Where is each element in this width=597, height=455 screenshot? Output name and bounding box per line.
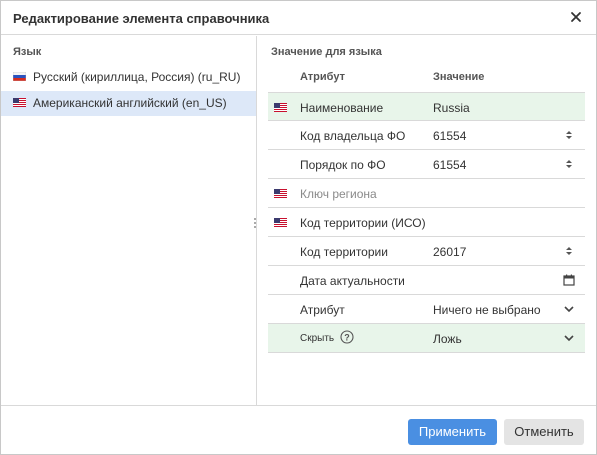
stepper-icon[interactable]	[563, 245, 575, 257]
table-row[interactable]: Дата актуальности	[268, 266, 585, 295]
row-attribute: Код территории	[300, 245, 388, 259]
row-value[interactable]: Russia	[433, 101, 470, 115]
stepper-icon[interactable]	[563, 158, 575, 170]
stepper-icon[interactable]	[563, 129, 575, 141]
us-flag-icon	[274, 103, 287, 112]
table-row[interactable]: Ключ региона	[268, 179, 585, 208]
value-panel: Значение для языка Атрибут Значение Наим…	[258, 36, 596, 405]
language-panel: Язык Русский (кириллица, Россия) (ru_RU)…	[1, 36, 257, 405]
us-flag-icon	[274, 218, 287, 227]
language-panel-title: Язык	[13, 46, 42, 58]
cancel-button[interactable]: Отменить	[504, 419, 584, 445]
row-attribute: Атрибут	[300, 303, 345, 317]
row-value[interactable]: Ничего не выбрано	[433, 303, 541, 317]
svg-text:?: ?	[344, 332, 350, 342]
language-item-label: Американский английский (en_US)	[33, 96, 227, 110]
row-attribute: Код территории (ИСО)	[300, 216, 426, 230]
value-panel-title: Значение для языка	[271, 46, 382, 58]
table-row[interactable]: Порядок по ФО 61554	[268, 150, 585, 179]
edit-dictionary-dialog: Редактирование элемента справочника Язык…	[0, 0, 597, 455]
row-attribute: Порядок по ФО	[300, 158, 386, 172]
apply-button[interactable]: Применить	[408, 419, 497, 445]
row-attribute: Код владельца ФО	[300, 129, 406, 143]
language-item-en[interactable]: Американский английский (en_US)	[1, 91, 256, 116]
row-value[interactable]: 61554	[433, 158, 466, 172]
table-row[interactable]: Атрибут Ничего не выбрано	[268, 295, 585, 324]
help-icon[interactable]: ?	[340, 330, 354, 344]
language-item-label: Русский (кириллица, Россия) (ru_RU)	[33, 70, 241, 84]
chevron-down-icon[interactable]	[563, 303, 575, 315]
column-header-value: Значение	[433, 71, 485, 83]
row-attribute: Дата актуальности	[300, 274, 405, 288]
row-value[interactable]: 26017	[433, 245, 466, 259]
table-row[interactable]: Скрыть ? Ложь	[268, 324, 585, 353]
dialog-title: Редактирование элемента справочника	[13, 11, 270, 26]
us-flag-icon	[274, 189, 287, 198]
row-attribute: Наименование	[300, 101, 384, 115]
calendar-icon[interactable]	[563, 274, 575, 286]
row-attribute: Скрыть	[300, 333, 335, 344]
dialog-footer: Применить Отменить	[1, 405, 596, 454]
row-attribute: Ключ региона	[300, 187, 377, 201]
table-row[interactable]: Код территории 26017	[268, 237, 585, 266]
panel-splitter[interactable]	[253, 218, 257, 228]
ru-flag-icon	[13, 72, 26, 81]
table-row[interactable]: Код владельца ФО 61554	[268, 121, 585, 150]
us-flag-icon	[13, 98, 26, 107]
chevron-down-icon[interactable]	[563, 332, 575, 344]
table-row[interactable]: Код территории (ИСО)	[268, 208, 585, 237]
language-item-ru[interactable]: Русский (кириллица, Россия) (ru_RU)	[1, 65, 256, 90]
dialog-header: Редактирование элемента справочника	[1, 1, 596, 35]
close-icon[interactable]	[568, 9, 584, 25]
row-value[interactable]: 61554	[433, 129, 466, 143]
column-header-attribute: Атрибут	[300, 71, 345, 83]
row-value[interactable]: Ложь	[433, 332, 462, 346]
table-row[interactable]: Наименование Russia	[268, 92, 585, 121]
